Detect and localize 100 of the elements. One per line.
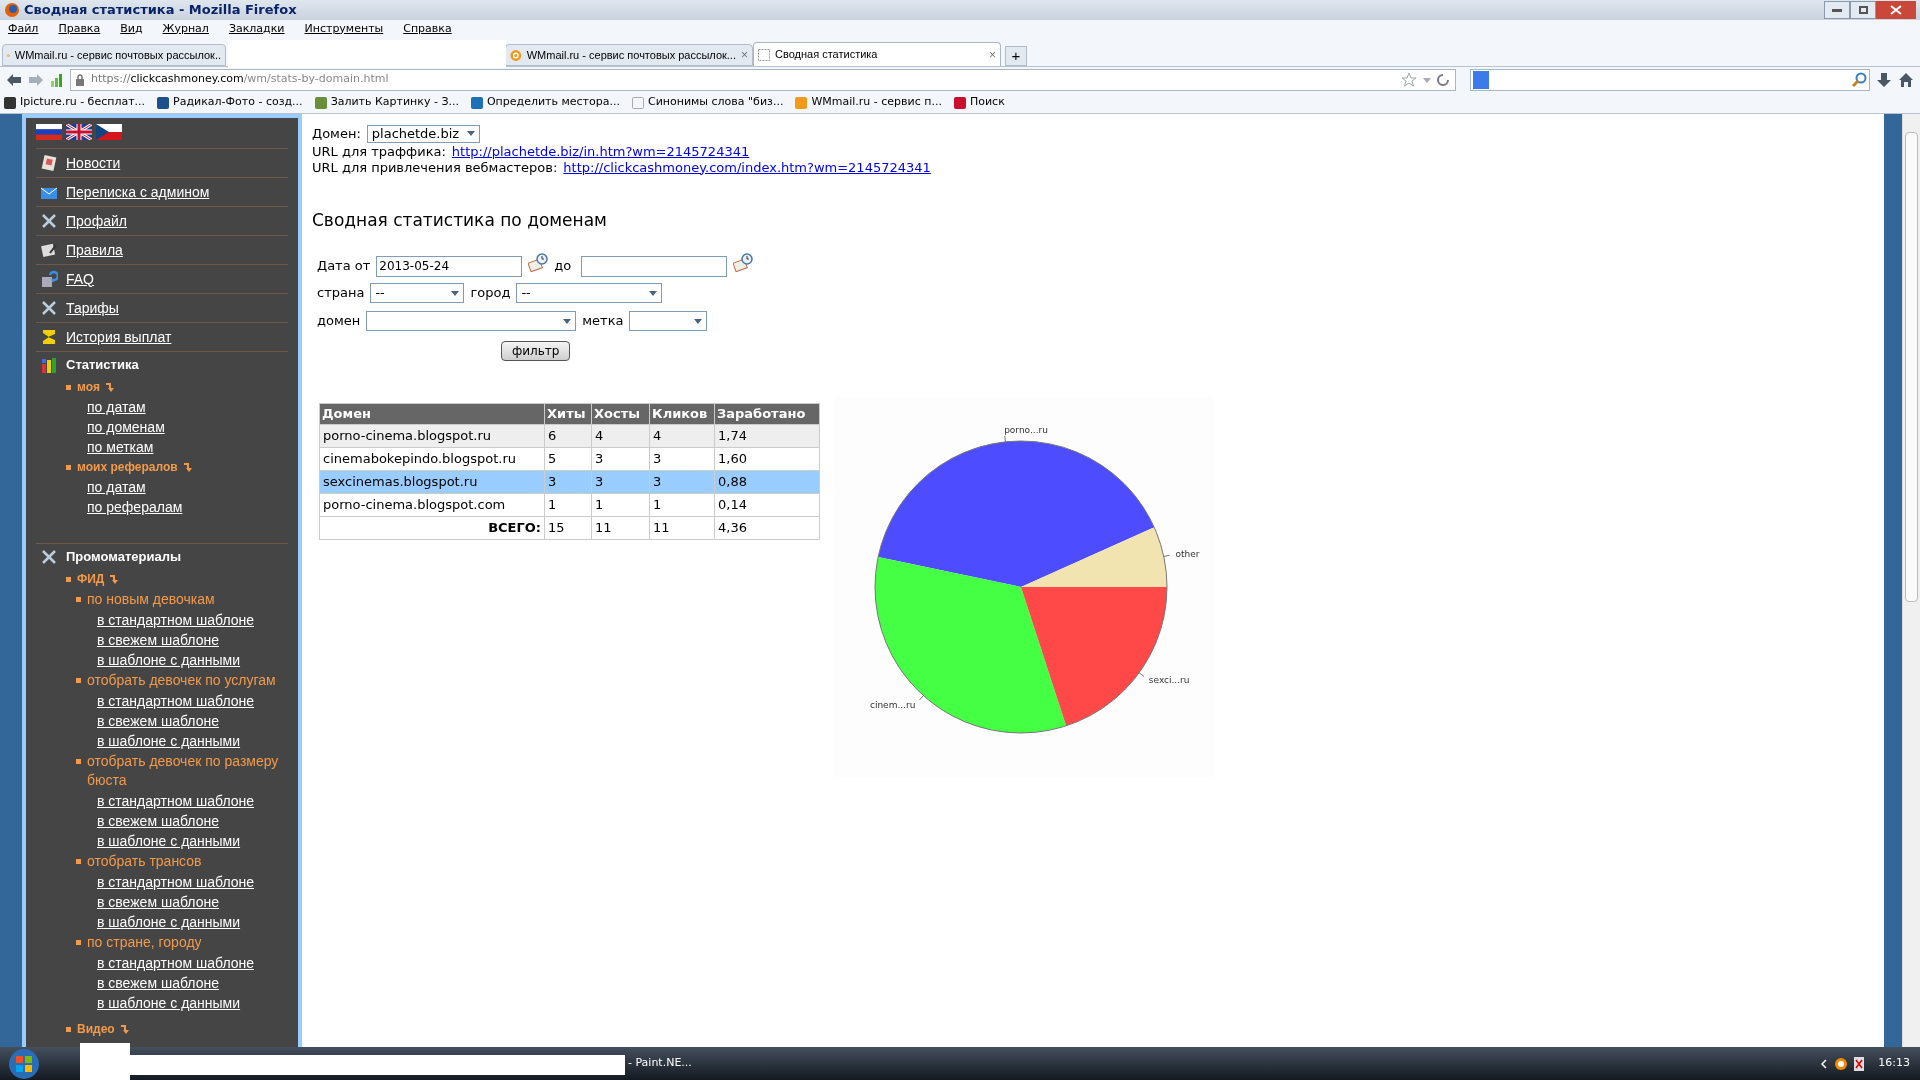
url-link[interactable]: http://plachetde.biz/in.htm?wm=2145724341	[451, 143, 750, 160]
bullet-icon	[66, 384, 71, 390]
sidebar-link[interactable]: в стандартном шаблоне	[97, 690, 254, 712]
sidebar-link[interactable]: Профайл	[66, 210, 127, 232]
sidebar-link[interactable]: по датам	[87, 476, 146, 498]
tag-select[interactable]	[629, 311, 708, 331]
search-icon[interactable]	[1851, 71, 1867, 88]
uk-flag-icon[interactable]	[66, 124, 92, 140]
sidebar-link[interactable]: Правила	[66, 239, 123, 261]
arrow-icon[interactable]	[105, 381, 116, 393]
menu-item[interactable]: Закладки	[228, 20, 285, 38]
home-icon[interactable]	[1898, 71, 1914, 88]
sidebar-link[interactable]: в шаблоне с данными	[97, 649, 241, 671]
menu-item[interactable]: Справка	[403, 20, 452, 38]
arrow-icon[interactable]	[183, 461, 194, 473]
sidebar-link[interactable]: в шаблоне с данными	[97, 992, 241, 1014]
close-button[interactable]	[1876, 1, 1916, 19]
sidebar-link[interactable]: по датам	[87, 396, 146, 418]
sidebar-link[interactable]: в шаблоне с данными	[97, 911, 241, 933]
group-title[interactable]: Видео	[77, 1020, 115, 1038]
table-row[interactable]: porno-cinema.blogspot.ru 6 4 4 1,74	[319, 424, 820, 447]
group-title[interactable]: по стране, городу	[87, 933, 287, 952]
country-select[interactable]: --	[370, 283, 465, 303]
bookmark-icon	[157, 96, 170, 109]
sidebar-link[interactable]: по рефералам	[87, 496, 183, 518]
table-cell: 3	[591, 470, 650, 493]
menu-item[interactable]: Файл	[8, 20, 39, 38]
group-title[interactable]: моих рефералов	[77, 458, 178, 476]
domain-select[interactable]: plachetde.biz	[366, 124, 481, 143]
sidebar-link[interactable]: Переписка с админом	[66, 181, 210, 203]
group-title[interactable]: по новым девочкам	[87, 590, 287, 609]
table-row[interactable]: cinemabokepindo.blogspot.ru 5 3 3 1,60	[319, 447, 820, 470]
chevron-icon[interactable]	[1820, 1058, 1829, 1069]
filter-button[interactable]: фильтр	[501, 341, 571, 361]
sidebar-link[interactable]: FAQ	[66, 268, 94, 290]
sidebar-link[interactable]: История выплат	[66, 326, 172, 348]
domain-filter-select[interactable]	[366, 311, 577, 331]
close-icon[interactable]	[1890, 5, 1902, 15]
sidebar-link[interactable]: в свежем шаблоне	[97, 810, 219, 832]
date-field[interactable]: 2013-05-24	[376, 255, 523, 277]
table-row[interactable]: sexcinemas.blogspot.ru 3 3 3 0,88	[319, 470, 820, 493]
close-icon[interactable]: ×	[741, 46, 748, 64]
scrollbar[interactable]	[1902, 114, 1920, 1047]
group-title[interactable]: ФИД	[77, 570, 105, 588]
bookmark[interactable]: Определить местора...	[470, 94, 620, 111]
menu-item[interactable]: Журнал	[162, 20, 209, 38]
browser-tab[interactable]: Сводная статистика ×	[753, 42, 1001, 66]
table-cell: 11	[591, 516, 650, 539]
calendar-icon[interactable]	[733, 252, 754, 272]
close-icon[interactable]: ×	[989, 45, 996, 64]
arrow-icon[interactable]	[120, 1023, 131, 1035]
sidebar-link[interactable]: по меткам	[87, 436, 154, 458]
sidebar-link[interactable]: по доменам	[87, 416, 165, 438]
sidebar-link[interactable]: в свежем шаблоне	[97, 710, 219, 732]
back-icon[interactable]	[6, 72, 22, 87]
bookmark[interactable]: Ipicture.ru - бесплат...	[4, 94, 146, 111]
group-title[interactable]: отобрать трансов	[87, 852, 287, 871]
bookmark[interactable]: Радикал-Фото - созд...	[157, 94, 303, 111]
url-link[interactable]: http://clickcashmoney.com/index.htm?wm=2145724341	[563, 159, 931, 176]
restore-button[interactable]	[1850, 1, 1876, 19]
czech-flag-icon[interactable]	[96, 124, 122, 140]
sidebar-link[interactable]: Новости	[66, 152, 121, 174]
tray-icon[interactable]	[1854, 1056, 1865, 1071]
bookmark[interactable]: Синонимы слова "биз...	[631, 94, 784, 111]
arrow-icon[interactable]	[110, 573, 121, 585]
browser-tab[interactable]: WMmail.ru - сервис почтовых рассылок..	[2, 44, 226, 66]
russian-flag-icon[interactable]	[36, 124, 62, 140]
sidebar-link[interactable]: Тарифы	[66, 297, 119, 319]
sidebar-link[interactable]: в стандартном шаблоне	[97, 609, 254, 631]
taskbar-item[interactable]: - Paint.NE...	[628, 1055, 692, 1072]
new-tab-button[interactable]: +	[1005, 46, 1027, 66]
calendar-icon[interactable]	[528, 252, 549, 272]
table-row[interactable]: porno-cinema.blogspot.com 1 1 1 0,14	[319, 493, 820, 516]
address-bar[interactable]: https://clickcashmoney.com/wm/stats-by-domain.html	[70, 68, 1456, 91]
sidebar-link[interactable]: в стандартном шаблоне	[97, 790, 254, 812]
minimize-button[interactable]	[1824, 1, 1850, 19]
menu-item[interactable]: Вид	[120, 20, 143, 38]
date-field[interactable]	[581, 255, 728, 277]
sidebar-link[interactable]: в свежем шаблоне	[97, 891, 219, 913]
bookmark[interactable]: WMmail.ru - сервис п...	[795, 94, 942, 111]
group-title[interactable]: моя	[77, 378, 100, 396]
sidebar-link[interactable]: в свежем шаблоне	[97, 972, 219, 994]
sidebar-link[interactable]: в шаблоне с данными	[97, 730, 241, 752]
field-label: страна	[317, 284, 365, 303]
sidebar-link[interactable]: в стандартном шаблоне	[97, 871, 254, 893]
menu-item[interactable]: Правка	[58, 20, 101, 38]
section-title: Промоматериалы	[66, 547, 182, 566]
download-icon[interactable]	[1876, 71, 1892, 88]
sidebar-link[interactable]: в свежем шаблоне	[97, 629, 219, 651]
sidebar-link[interactable]: в шаблоне с данными	[97, 830, 241, 852]
sidebar-link[interactable]: в стандартном шаблоне	[97, 952, 254, 974]
bookmark[interactable]: Залить Картинку - З...	[314, 94, 459, 111]
group-title[interactable]: отобрать девочек по размеру бюста	[87, 752, 287, 790]
group-title[interactable]: отобрать девочек по услугам	[87, 671, 287, 690]
search-field[interactable]	[1470, 68, 1870, 91]
menu-item[interactable]: Инструменты	[304, 20, 384, 38]
bookmark[interactable]: Поиск	[953, 94, 1005, 111]
city-select[interactable]: --	[516, 283, 663, 303]
browser-tab[interactable]: WMmail.ru - сервис почтовых рассылок... ×	[505, 44, 753, 66]
tray-icon[interactable]	[1834, 1056, 1849, 1071]
